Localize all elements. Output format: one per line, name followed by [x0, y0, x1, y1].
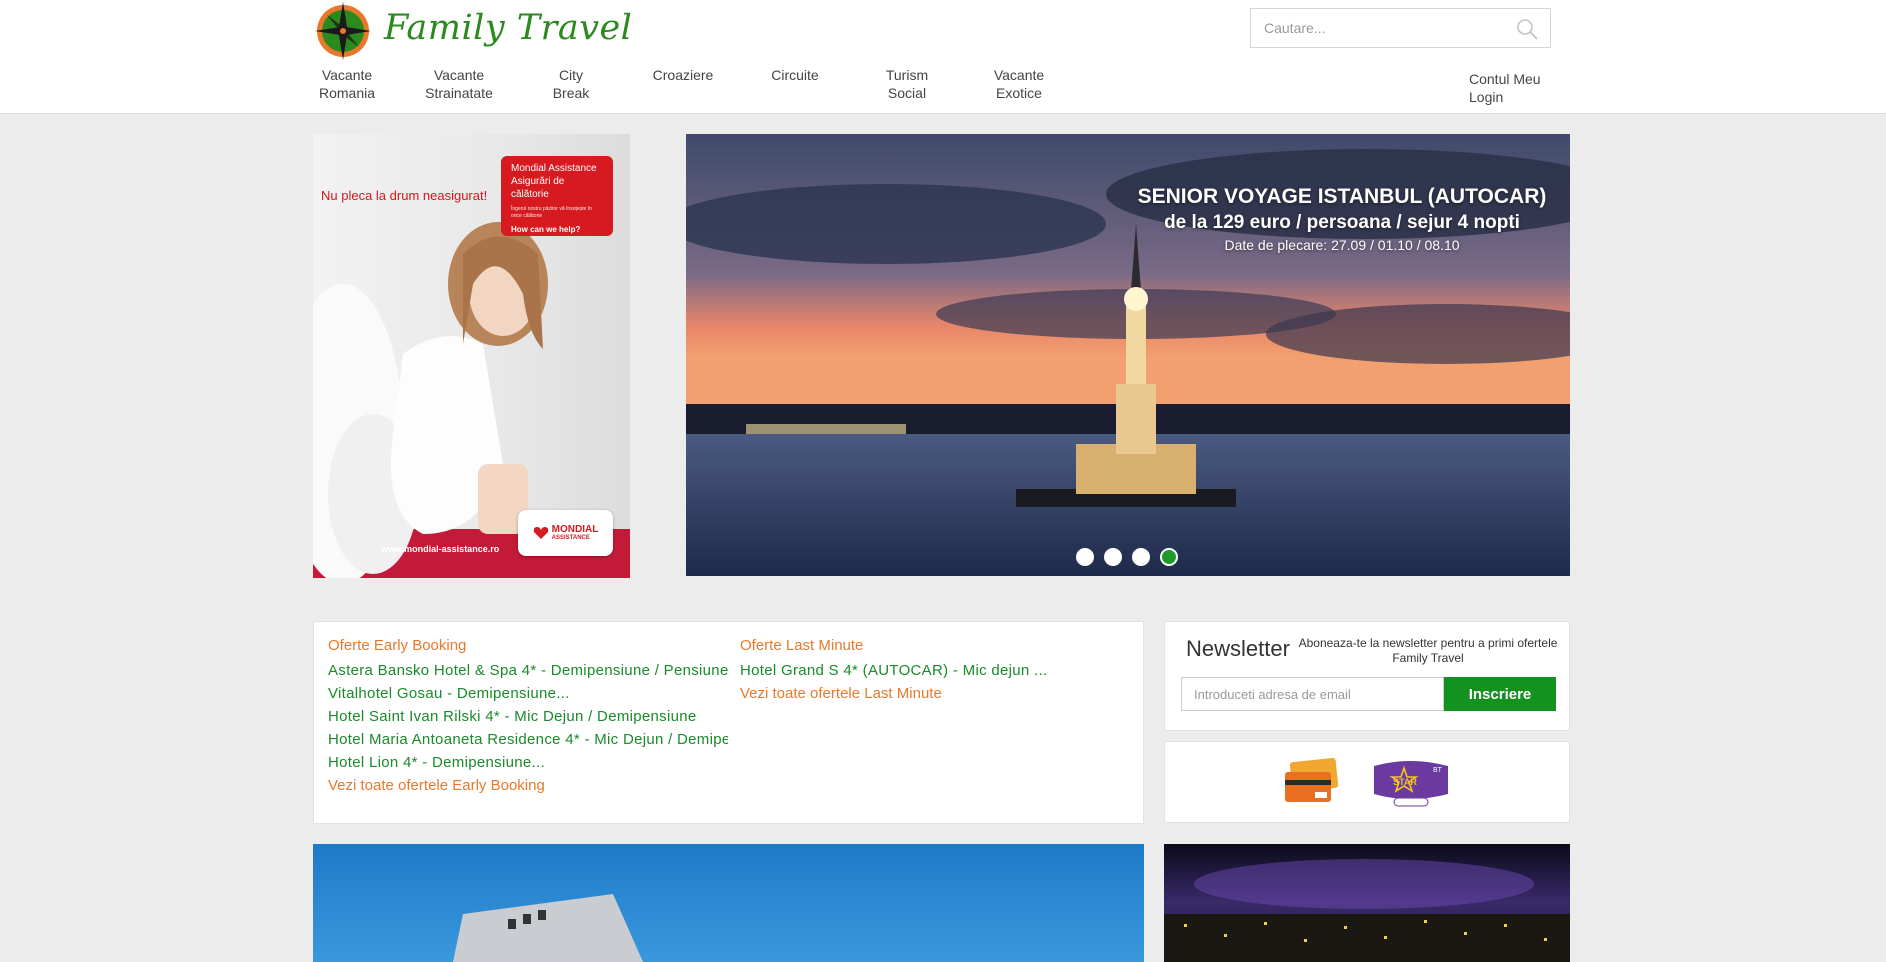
- credit-cards-icon: [1285, 758, 1339, 802]
- star-label: STAR: [1393, 777, 1417, 787]
- nav-vacante-strainatate[interactable]: Vacante Strainatate: [404, 66, 514, 102]
- last-minute-see-all[interactable]: Vezi toate ofertele Last Minute: [740, 682, 1140, 705]
- ad-box-title: Mondial Assistance: [511, 163, 597, 174]
- early-booking-heading: Oferte Early Booking: [328, 637, 467, 654]
- search-box: [1250, 8, 1551, 48]
- slider-dot-2[interactable]: [1104, 548, 1122, 566]
- ad-url: www.mondial-assistance.ro: [381, 544, 500, 554]
- offers-panel: Oferte Early Booking Astera Bansko Hotel…: [313, 621, 1144, 824]
- slide-title: SENIOR VOYAGE ISTANBUL (AUTOCAR): [1137, 185, 1547, 208]
- ad-banner[interactable]: Nu pleca la drum neasigurat! Mondial Ass…: [313, 134, 630, 578]
- hero-slider[interactable]: SENIOR VOYAGE ISTANBUL (AUTOCAR) de la 1…: [686, 134, 1570, 576]
- slider-dots: [1076, 548, 1178, 566]
- early-booking-column: Oferte Early Booking Astera Bansko Hotel…: [328, 636, 728, 797]
- nav-label: Vacante Exotice: [993, 67, 1045, 101]
- mondial-logo-main: MONDIAL: [551, 524, 599, 535]
- promo-image-right[interactable]: [1164, 844, 1570, 962]
- last-minute-column: Oferte Last Minute Hotel Grand S 4* (AUT…: [740, 636, 1140, 705]
- mondial-logo: MONDIAL ASSISTANCE: [518, 510, 613, 556]
- nav-label: Croaziere: [652, 67, 714, 83]
- login-link[interactable]: Login: [1469, 88, 1541, 106]
- slider-dot-4[interactable]: [1160, 548, 1178, 566]
- account-menu: Contul Meu Login: [1469, 70, 1541, 106]
- star-suffix: BT: [1433, 767, 1442, 774]
- ad-box-small: Îngerul nostru păzitor vă însoțește în o…: [511, 206, 592, 219]
- last-minute-offer-link[interactable]: Hotel Grand S 4* (AUTOCAR) - Mic dejun .…: [740, 659, 1140, 682]
- nav-city-break[interactable]: City Break: [516, 66, 626, 102]
- nav-label: City Break: [552, 67, 590, 101]
- newsletter-email-input[interactable]: [1181, 677, 1444, 711]
- logo[interactable]: [313, 0, 371, 62]
- ad-tagline: Nu pleca la drum neasigurat!: [321, 188, 488, 203]
- compass-logo-icon: [315, 2, 371, 60]
- slide-subtitle: de la 129 euro / persoana / sejur 4 nopt…: [1164, 212, 1520, 233]
- newsletter-subscribe-button[interactable]: Inscriere: [1444, 677, 1556, 711]
- payment-cards-box: STAR BT: [1164, 741, 1570, 823]
- early-offer-link[interactable]: Astera Bansko Hotel & Spa 4* - Demipensi…: [328, 659, 728, 682]
- ad-box-cta: How can we help?: [511, 225, 581, 234]
- newsletter-description: Aboneaza-te la newsletter pentru a primi…: [1298, 636, 1558, 665]
- slide-caption: SENIOR VOYAGE ISTANBUL (AUTOCAR) de la 1…: [1066, 184, 1570, 254]
- mondial-heart-icon: [533, 527, 548, 539]
- early-booking-see-all[interactable]: Vezi toate ofertele Early Booking: [328, 774, 728, 797]
- last-minute-heading: Oferte Last Minute: [740, 637, 864, 654]
- nav-circuite[interactable]: Circuite: [740, 66, 850, 84]
- slide-dates: Date de plecare: 27.09 / 01.10 / 08.10: [1224, 237, 1460, 253]
- early-offer-link[interactable]: Hotel Maria Antoaneta Residence 4* - Mic…: [328, 728, 728, 751]
- nav-label: Vacante Romania: [318, 67, 376, 101]
- ad-info-box: Mondial Assistance Asigurări de călători…: [501, 156, 613, 236]
- promo-image-left[interactable]: [313, 844, 1144, 962]
- site-header: Family Travel Vacante Romania Vacante St…: [0, 0, 1886, 114]
- nav-label: Circuite: [771, 67, 819, 83]
- slider-dot-1[interactable]: [1076, 548, 1094, 566]
- slider-dot-3[interactable]: [1132, 548, 1150, 566]
- nav-turism-social[interactable]: Turism Social: [852, 66, 962, 102]
- early-offer-link[interactable]: Hotel Lion 4* - Demipensiune...: [328, 751, 728, 774]
- account-link[interactable]: Contul Meu: [1469, 70, 1541, 88]
- mondial-logo-sub: ASSISTANCE: [551, 535, 590, 541]
- brand-name[interactable]: Family Travel: [384, 8, 632, 48]
- early-offer-link[interactable]: Vitalhotel Gosau - Demipensiune...: [328, 682, 728, 705]
- search-icon[interactable]: [1516, 18, 1538, 40]
- newsletter-title: Newsletter: [1186, 636, 1290, 661]
- newsletter-box: Newsletter Aboneaza-te la newsletter pen…: [1164, 621, 1570, 731]
- nav-label: Vacante Strainatate: [425, 67, 493, 101]
- nav-vacante-romania[interactable]: Vacante Romania: [292, 66, 402, 102]
- nav-croaziere[interactable]: Croaziere: [628, 66, 738, 84]
- nav-label: Turism Social: [885, 67, 929, 101]
- hotel-building-image: [313, 844, 1144, 962]
- ad-box-subtitle: Asigurări de călătorie: [511, 176, 565, 200]
- nav-vacante-exotice[interactable]: Vacante Exotice: [964, 66, 1074, 102]
- search-input[interactable]: [1251, 9, 1501, 47]
- early-offer-link[interactable]: Hotel Saint Ivan Rilski 4* - Mic Dejun /…: [328, 705, 728, 728]
- city-night-image: [1164, 844, 1570, 962]
